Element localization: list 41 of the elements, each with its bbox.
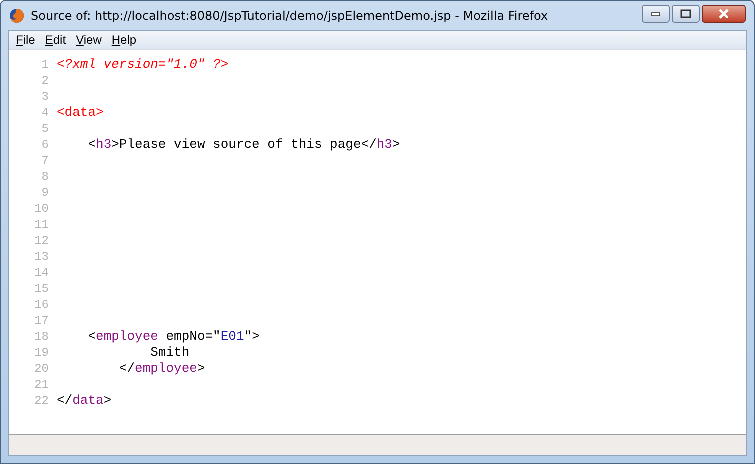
line-number: 20 xyxy=(34,361,50,377)
code-line: <data> xyxy=(57,105,104,121)
line-number: 15 xyxy=(34,281,50,297)
close-icon xyxy=(718,8,730,18)
line-number: 7 xyxy=(40,153,50,169)
line-number: 22 xyxy=(34,393,50,409)
line-number: 21 xyxy=(34,377,50,393)
menu-item[interactable]: Edit xyxy=(40,33,72,47)
menu-item[interactable]: View xyxy=(71,33,107,47)
line-number: 12 xyxy=(34,233,50,249)
code-line: Smith xyxy=(150,345,190,361)
line-number: 10 xyxy=(34,201,50,217)
line-number: 19 xyxy=(34,345,50,361)
code-line: <employee empNo="E01"> xyxy=(87,329,260,345)
line-number: 11 xyxy=(34,217,50,233)
line-number: 5 xyxy=(40,121,50,137)
menu-item[interactable]: Help xyxy=(106,33,142,47)
line-number: 18 xyxy=(34,329,50,345)
maximize-icon xyxy=(680,8,692,18)
line-number: 9 xyxy=(40,185,50,201)
code-line: <h3>Please view source of this page</h3> xyxy=(87,137,400,153)
line-number: 1 xyxy=(40,57,50,73)
code-line: </employee> xyxy=(118,361,206,377)
line-number: 17 xyxy=(34,313,50,329)
menu-item[interactable]: File xyxy=(11,33,40,47)
close-button[interactable] xyxy=(702,4,746,22)
line-number: 6 xyxy=(40,137,50,153)
maximize-button[interactable] xyxy=(672,4,700,22)
code-line: <?xml version="1.0" ?> xyxy=(57,57,229,73)
line-number: 16 xyxy=(34,297,50,313)
line-number: 4 xyxy=(40,105,50,121)
minimize-icon xyxy=(651,12,661,16)
line-number: 8 xyxy=(40,169,50,185)
minimize-button[interactable] xyxy=(642,4,670,22)
firefox-logo-icon xyxy=(9,8,25,24)
line-number: 2 xyxy=(40,73,50,89)
window-title: Source of: http://localhost:8080/JspTutorial/demo/jspElementDemo.jsp - Mozilla Firefox xyxy=(31,8,550,22)
line-number: 14 xyxy=(34,265,50,281)
code-line: </data> xyxy=(57,393,112,409)
line-number: 13 xyxy=(34,249,50,265)
line-number: 3 xyxy=(40,89,50,105)
